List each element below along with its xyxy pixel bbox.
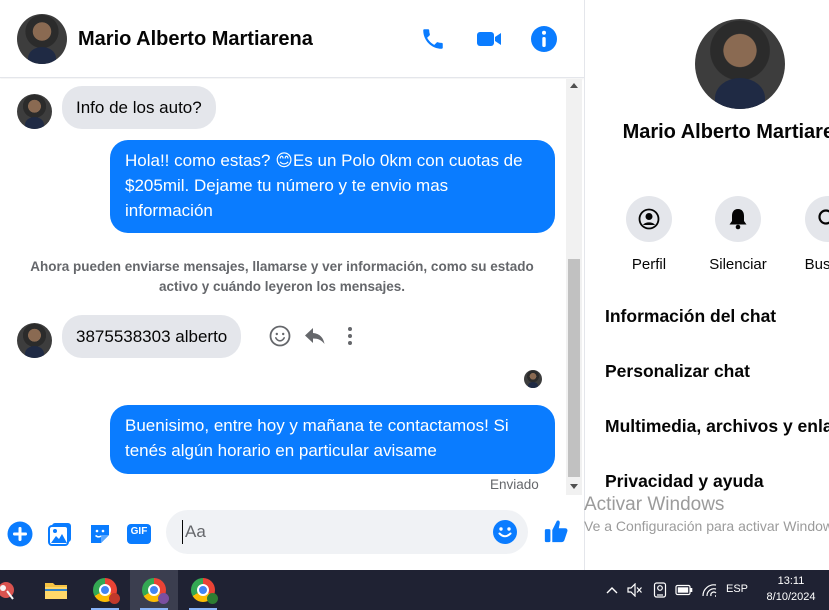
mute-action[interactable]: Silenciar [698,196,778,273]
message-input[interactable] [182,520,482,544]
profile-label: Perfil [631,256,667,273]
more-options-icon[interactable] [337,323,363,349]
chevron-up-icon[interactable] [603,581,621,599]
speaker-muted-icon[interactable] [626,581,644,599]
clock[interactable]: 13:11 8/10/2024 [760,573,822,605]
customize-chat-item[interactable]: Personalizar chat [605,361,750,382]
outgoing-message[interactable]: Hola!! como estas? 😊Es un Polo 0km con c… [110,140,555,233]
contact-avatar[interactable] [17,14,67,64]
scroll-thumb[interactable] [568,259,580,477]
like-icon[interactable] [543,518,569,544]
activation-watermark-subtitle: Ve a Configuración para activar Windows. [584,518,829,534]
search-label: Buscar [804,256,829,273]
chrome-icon[interactable] [81,570,129,610]
image-icon[interactable] [47,521,73,547]
info-icon[interactable] [529,24,559,54]
messenger-window: Mario Alberto Martiarena Info de los aut… [0,0,829,610]
gif-label: GIF [130,526,148,537]
sticker-icon[interactable] [87,521,113,547]
privacy-help-item[interactable]: Privacidad y ayuda [605,471,764,492]
scroll-up-arrow-icon[interactable] [570,83,578,88]
contact-name[interactable]: Mario Alberto Martiarena [78,28,313,51]
incoming-message[interactable]: 3875538303 alberto [62,315,242,358]
battery-icon[interactable] [675,581,693,599]
contact-avatar-small [17,94,52,129]
message-scrollbar[interactable] [566,79,582,495]
media-files-item[interactable]: Multimedia, archivos y enlaces [605,416,829,437]
chat-info-panel: Mario Alberto Martiarena Perfil Silencia… [585,0,829,570]
profile-action[interactable]: Perfil [609,196,689,273]
input-language[interactable]: ESP [726,583,748,595]
wifi-icon[interactable] [700,581,718,599]
chat-header: Mario Alberto Martiarena [0,0,584,78]
add-icon[interactable] [7,521,33,547]
gif-icon[interactable]: GIF [126,521,152,547]
message-input-box[interactable] [166,510,528,554]
message-list[interactable]: Info de los auto? Hola!! como estas? 😊Es… [0,79,566,495]
chrome-profile-active-icon[interactable] [130,570,178,610]
incoming-message[interactable]: Info de los auto? [62,86,216,129]
mute-label: Silenciar [709,256,767,273]
chat-info-item[interactable]: Información del chat [605,306,776,327]
outgoing-message[interactable]: Buenisimo, entre hoy y mañana te contact… [110,405,555,474]
pinned-app-icon[interactable] [0,570,26,610]
system-notice: Ahora pueden enviarse mensajes, llamarse… [30,259,534,294]
file-explorer-icon[interactable] [32,570,80,610]
bell-icon[interactable] [715,196,761,242]
sent-status: Enviado [490,477,539,492]
search-icon[interactable] [805,196,829,242]
react-icon[interactable] [267,323,293,349]
scroll-down-arrow-icon[interactable] [570,484,578,489]
clock-time: 13:11 [777,575,805,587]
video-icon[interactable] [474,24,504,54]
search-action[interactable]: Buscar [788,196,829,273]
profile-icon[interactable] [626,196,672,242]
panel-contact-name: Mario Alberto Martiarena [622,121,829,143]
camera-icon[interactable] [651,581,669,599]
emoji-icon[interactable] [492,519,518,545]
clock-date: 8/10/2024 [766,591,816,603]
contact-avatar-large[interactable] [695,19,785,109]
activation-watermark-title: Activar Windows [584,494,725,515]
chrome-profile-icon[interactable] [179,570,227,610]
read-receipt-avatar [524,370,542,388]
phone-icon[interactable] [418,24,448,54]
reply-icon[interactable] [302,323,328,349]
contact-avatar-small [17,323,52,358]
